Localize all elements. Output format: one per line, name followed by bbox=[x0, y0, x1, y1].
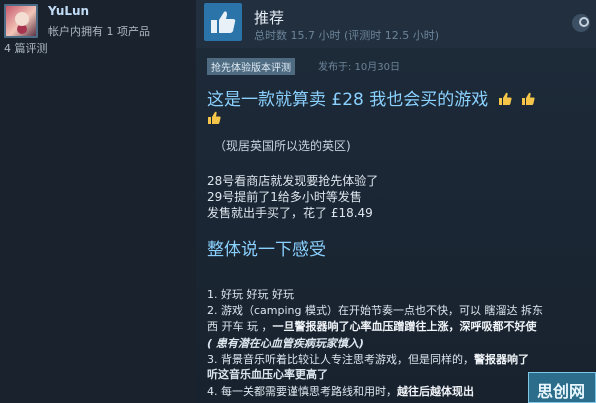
review-point-emphasis: 听这音乐血压心率更高了 bbox=[207, 368, 328, 381]
review-point: 3. 背景音乐听着比较让人专注思考游戏，但是同样的，警报器响了 bbox=[207, 351, 529, 367]
review-point-text: 3. 背景音乐听着比较让人专注思考游戏，但是同样的， bbox=[207, 353, 474, 366]
review-point-text: 4. 每一关都需要谨慎思考路线和用时， bbox=[207, 385, 397, 398]
review-point-warning: ( 患有潜在心血管疾病玩家慎入) bbox=[207, 337, 364, 350]
headline-text: 这是一款就算卖 £28 我也会买的游戏 bbox=[207, 90, 489, 110]
review-point: 西 开车 玩 ，一旦警报器响了心率血压蹭蹭往上涨，深呼吸都不好使 bbox=[207, 318, 537, 334]
user-panel: YuLun 帐户内拥有 1 项产品 4 篇评测 bbox=[0, 0, 196, 403]
headline-emoji-row bbox=[207, 109, 221, 129]
thumbs-emoji-icon bbox=[522, 92, 535, 105]
steam-icon[interactable] bbox=[572, 14, 590, 32]
review-point-emphasis: 越往后越体现出 bbox=[397, 385, 474, 398]
review-page: YuLun 帐户内拥有 1 项产品 4 篇评测 推荐 总时数 15.7 小时 (… bbox=[0, 0, 596, 403]
watermark-logo: 思创网 bbox=[528, 372, 596, 403]
username[interactable]: YuLun bbox=[48, 4, 89, 18]
review-header: 推荐 总时数 15.7 小时 (评测时 12.5 小时) bbox=[196, 0, 596, 48]
region-note: （现居英国所以选的英区) bbox=[214, 139, 351, 153]
user-avatar[interactable] bbox=[4, 4, 38, 38]
early-access-tag: 抢先体验版本评测 bbox=[207, 58, 295, 75]
timeline-note: 发售就出手买了，花了 £18.49 bbox=[207, 206, 373, 220]
section-heading: 整体说一下感受 bbox=[207, 240, 326, 260]
playtime-hours: 总时数 15.7 小时 (评测时 12.5 小时) bbox=[254, 29, 440, 42]
review-headline: 这是一款就算卖 £28 我也会买的游戏 bbox=[207, 85, 535, 110]
products-owned[interactable]: 帐户内拥有 1 项产品 bbox=[48, 23, 150, 39]
posted-date: 发布于: 10月30日 bbox=[318, 62, 400, 73]
verdict-title: 推荐 bbox=[254, 9, 285, 27]
thumbs-emoji-icon bbox=[208, 111, 221, 124]
watermark-text: 思创网 bbox=[537, 382, 586, 401]
review-point: 1. 好玩 好玩 好玩 bbox=[207, 288, 294, 301]
review-point: 4. 每一关都需要谨慎思考路线和用时，越往后越体现出 bbox=[207, 383, 474, 399]
review-point: 2. 游戏（camping 模式）在开始节奏一点也不快，可以 瞎溜达 拆东 bbox=[207, 304, 543, 317]
timeline-note: 29号提前了1给多小时等发售 bbox=[207, 190, 362, 204]
timeline-note: 28号看商店就发现要抢先体验了 bbox=[207, 174, 379, 188]
thumbs-emoji-icon bbox=[498, 92, 512, 105]
thumbs-up-icon bbox=[204, 3, 242, 41]
review-point-emphasis: 警报器响了 bbox=[474, 353, 529, 366]
review-point-emphasis: 一旦警报器响了心率血压蹭蹭往上涨，深呼吸都不好使 bbox=[272, 320, 537, 333]
review-point-text: 西 开车 玩 ， bbox=[207, 320, 273, 333]
review-count[interactable]: 4 篇评测 bbox=[4, 40, 48, 56]
